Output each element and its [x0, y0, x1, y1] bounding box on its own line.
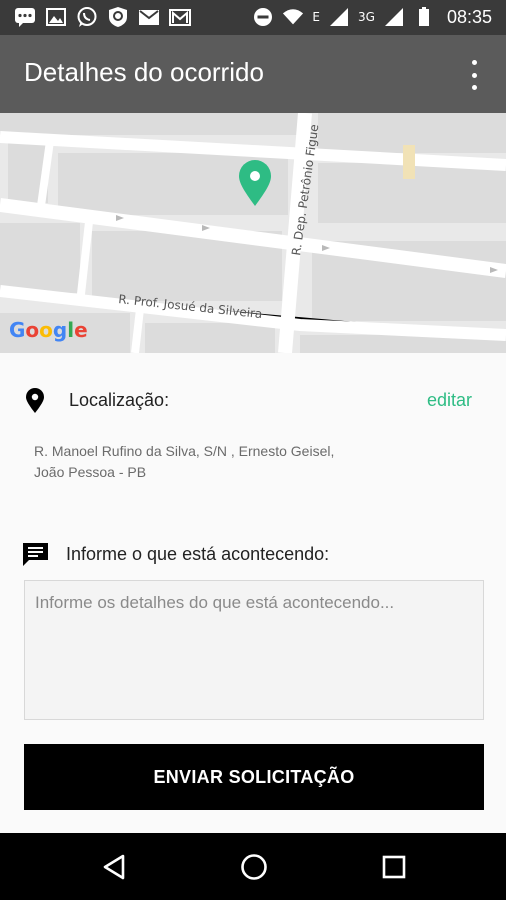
back-icon[interactable] [97, 850, 131, 884]
wifi-icon [282, 6, 304, 28]
address-line: João Pessoa - PB [34, 464, 147, 480]
navigation-bar [0, 833, 506, 900]
gmail-icon [169, 6, 191, 28]
location-pin-icon [24, 388, 46, 414]
status-bar: E 3G 08:35 [0, 0, 506, 35]
edit-location-link[interactable]: editar [427, 390, 472, 411]
app-bar: Detalhes do ocorrido [0, 35, 506, 113]
mail-icon [138, 6, 160, 28]
details-row: Informe o que está acontecendo: [22, 540, 482, 570]
network-type-label: E [312, 10, 321, 24]
system-icons: E 3G 08:35 [252, 6, 492, 28]
google-logo: Google [9, 318, 88, 342]
details-label: Informe o que está acontecendo: [66, 544, 330, 564]
notification-icons [14, 6, 191, 28]
address-text: R. Manoel Rufino da Silva, S/N , Ernesto… [34, 441, 374, 483]
address-line: R. Manoel Rufino da Silva, S/N , Ernesto… [34, 443, 335, 459]
recents-icon[interactable] [377, 850, 411, 884]
location-label: Localização: [69, 390, 170, 410]
network-type-label: 3G [358, 10, 375, 24]
form-content: Localização: editar R. Manoel Rufino da … [0, 353, 506, 833]
submit-button[interactable]: ENVIAR SOLICITAÇÃO [24, 744, 484, 810]
page-title: Detalhes do ocorrido [24, 57, 264, 87]
details-textarea[interactable] [24, 580, 484, 720]
battery-icon [413, 6, 435, 28]
image-icon [45, 6, 67, 28]
signal-icon [383, 6, 405, 28]
map-canvas: R. Prof. Josué da Silveira R. Dep. Petrô… [0, 113, 506, 353]
chat-icon [14, 6, 36, 28]
more-vert-icon[interactable] [462, 60, 486, 90]
message-icon [22, 542, 49, 567]
do-not-disturb-icon [252, 6, 274, 28]
location-row: Localização: editar [24, 386, 484, 416]
home-icon[interactable] [237, 850, 271, 884]
shield-icon [107, 6, 129, 28]
map-view[interactable]: R. Prof. Josué da Silveira R. Dep. Petrô… [0, 113, 506, 353]
signal-icon [328, 6, 350, 28]
clock: 08:35 [446, 6, 492, 27]
whatsapp-icon [76, 6, 98, 28]
